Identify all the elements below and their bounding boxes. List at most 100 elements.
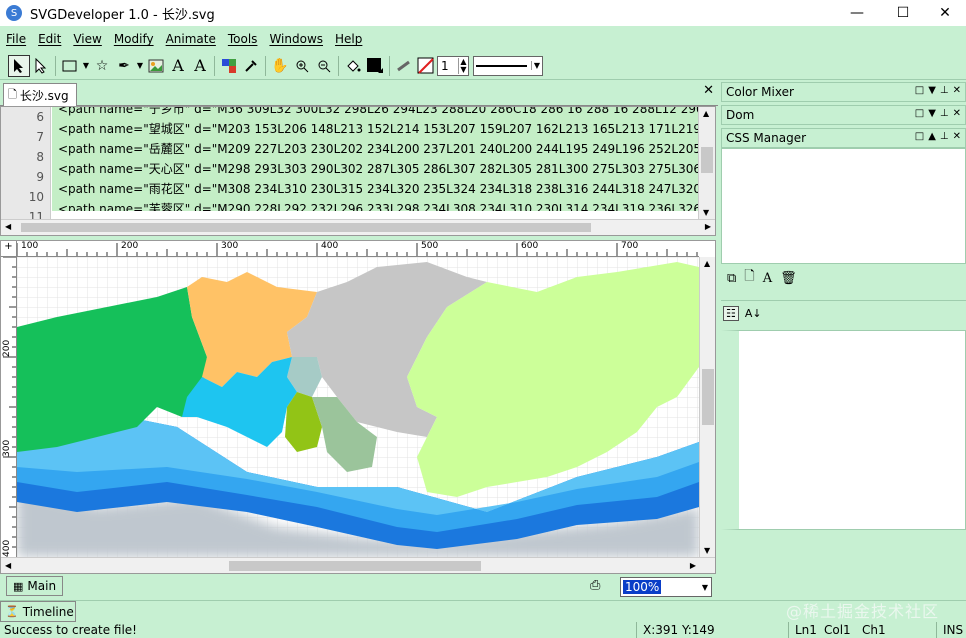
css-list[interactable] [721, 148, 966, 264]
link-style-icon[interactable]: 🗋 [744, 267, 754, 289]
dropdown-icon[interactable]: ▼ [928, 108, 936, 119]
panel-title: Dom [726, 108, 755, 122]
menu-view[interactable]: View [67, 32, 107, 46]
title-bar: S SVGDeveloper 1.0 - 长沙.svg — ☐ ✕ [0, 0, 966, 26]
line-style-select[interactable]: ▼ [473, 55, 543, 76]
panel-title: Color Mixer [726, 85, 794, 99]
scroll-thumb[interactable] [702, 369, 714, 425]
stroke-width-stepper[interactable]: 1 ▲ ▼ [437, 55, 469, 76]
zoom-out-icon[interactable] [313, 55, 335, 77]
zoom-select[interactable]: 100% ▼ [620, 577, 712, 597]
restore-icon[interactable]: □ [915, 131, 924, 142]
close-button[interactable]: ✕ [922, 0, 966, 26]
text-path-tool-icon[interactable]: A [189, 55, 211, 77]
scroll-left-icon[interactable]: ◀ [5, 561, 11, 570]
code-line[interactable]: <path name="天心区" d="M298 293L303 290L302… [52, 159, 698, 179]
close-icon[interactable]: ✕ [953, 131, 961, 142]
select-arrow-icon[interactable] [8, 54, 30, 77]
svg-map-canvas[interactable] [17, 257, 699, 557]
scroll-left-icon[interactable]: ◀ [5, 222, 11, 231]
eyedropper-icon[interactable] [240, 55, 262, 77]
new-style-icon[interactable]: ⧉ [727, 271, 736, 286]
collapse-icon[interactable]: ▲ [928, 131, 936, 142]
scroll-thumb[interactable] [701, 147, 713, 173]
code-line[interactable]: <path name="岳麓区" d="M209 227L203 230L202… [52, 139, 698, 159]
swatch-tool-icon[interactable] [218, 55, 240, 77]
maximize-button[interactable]: ☐ [880, 0, 926, 26]
ruler-left: 200 300 400 [1, 257, 17, 557]
stepper-arrows-icon[interactable]: ▲ ▼ [458, 57, 468, 74]
restore-icon[interactable]: □ [915, 85, 924, 96]
panel-controls: □ ▲ ⊥ ✕ [915, 131, 961, 142]
dropdown-arrow-icon[interactable]: ▼ [81, 55, 91, 77]
menu-edit[interactable]: Edit [32, 32, 67, 46]
menu-tools[interactable]: Tools [222, 32, 264, 46]
star-tool-icon[interactable]: ☆ [91, 55, 113, 77]
menu-modify[interactable]: Modify [108, 32, 160, 46]
menu-file[interactable]: File [0, 32, 32, 46]
code-editor[interactable]: 6 7 8 9 10 11 <path name="宁乡市" d="M36 30… [0, 106, 716, 236]
scroll-right-icon[interactable]: ▶ [705, 222, 711, 231]
scroll-up-icon[interactable]: ▲ [703, 109, 709, 118]
delete-icon[interactable]: 🗑 [780, 271, 797, 286]
scroll-thumb[interactable] [229, 561, 481, 571]
stroke-color-none-icon[interactable] [415, 55, 437, 77]
panel-header[interactable]: Color Mixer □ ▼ ⊥ ✕ [721, 82, 966, 102]
panel-header[interactable]: Dom □ ▼ ⊥ ✕ [721, 105, 966, 125]
rectangle-tool-icon[interactable] [59, 55, 81, 77]
code-horizontal-scrollbar[interactable]: ◀ ▶ [1, 219, 715, 235]
paint-bucket-icon[interactable] [342, 55, 364, 77]
font-style-icon[interactable]: A [763, 271, 772, 286]
restore-icon[interactable]: □ [915, 108, 924, 119]
categorized-view-icon[interactable]: ☷ [723, 306, 739, 321]
code-line[interactable]: <path name="雨花区" d="M308 234L310 230L315… [52, 179, 698, 199]
close-document-icon[interactable]: ✕ [703, 83, 714, 98]
main-tab[interactable]: ▦ Main [6, 576, 64, 596]
panel-header[interactable]: CSS Manager □ ▲ ⊥ ✕ [721, 128, 966, 148]
dropdown-icon[interactable]: ▼ [928, 85, 936, 96]
pin-icon[interactable]: ⊥ [940, 85, 949, 96]
dropdown-arrow-icon[interactable]: ▼ [135, 55, 145, 77]
close-icon[interactable]: ✕ [953, 108, 961, 119]
scroll-down-icon[interactable]: ▼ [704, 546, 710, 555]
hand-tool-icon[interactable]: ✋ [269, 55, 291, 77]
chevron-down-icon[interactable]: ▼ [530, 61, 540, 70]
chevron-down-icon[interactable]: ▼ [702, 583, 708, 592]
menu-windows[interactable]: Windows [263, 32, 329, 46]
menu-help[interactable]: Help [329, 32, 368, 46]
fill-color-icon[interactable] [364, 55, 386, 77]
code-line[interactable]: <path name="宁乡市" d="M36 309L32 300L32 29… [52, 107, 698, 119]
code-lines[interactable]: <path name="宁乡市" d="M36 309L32 300L32 29… [52, 107, 698, 211]
ruler-origin-icon[interactable]: + [1, 241, 17, 257]
direct-select-icon[interactable] [30, 55, 52, 77]
scroll-up-icon[interactable]: ▲ [704, 259, 710, 268]
scroll-down-icon[interactable]: ▼ [703, 208, 709, 217]
document-tab[interactable]: 🗋 长沙.svg [3, 83, 77, 106]
properties-panel: ☷ A↓ [721, 300, 966, 530]
timeline-icon: ⏳ [5, 605, 19, 618]
ruler-label: 300 [221, 241, 239, 251]
zoom-in-icon[interactable] [291, 55, 313, 77]
code-line[interactable]: <path name="望城区" d="M203 153L206 148L213… [52, 119, 698, 139]
menu-animate[interactable]: Animate [160, 32, 222, 46]
canvas-horizontal-scrollbar[interactable]: ◀ ▶ [1, 557, 715, 573]
minimize-button[interactable]: — [834, 0, 880, 26]
close-icon[interactable]: ✕ [953, 85, 961, 96]
snapshot-icon[interactable]: ⎙ [590, 578, 600, 593]
code-line[interactable]: <path name="芙蓉区" d="M290 228L292 232L296… [52, 199, 698, 211]
properties-grid[interactable] [721, 330, 966, 530]
image-tool-icon[interactable] [145, 55, 167, 77]
scroll-thumb[interactable] [21, 223, 591, 232]
pen-tool-icon[interactable]: ✒ [113, 55, 135, 77]
sort-alpha-icon[interactable]: A↓ [745, 307, 762, 320]
stroke-tool-icon[interactable] [393, 55, 415, 77]
pin-icon[interactable]: ⊥ [940, 131, 949, 142]
zoom-value: 100% [623, 580, 662, 594]
line-number: 10 [28, 190, 44, 204]
pin-icon[interactable]: ⊥ [940, 108, 949, 119]
canvas-vertical-scrollbar[interactable]: ▲ ▼ [699, 257, 715, 557]
scroll-right-icon[interactable]: ▶ [690, 561, 696, 570]
text-tool-icon[interactable]: A [167, 55, 189, 77]
code-vertical-scrollbar[interactable]: ▲ ▼ [698, 107, 715, 219]
timeline-tab[interactable]: ⏳ Timeline [0, 601, 76, 622]
